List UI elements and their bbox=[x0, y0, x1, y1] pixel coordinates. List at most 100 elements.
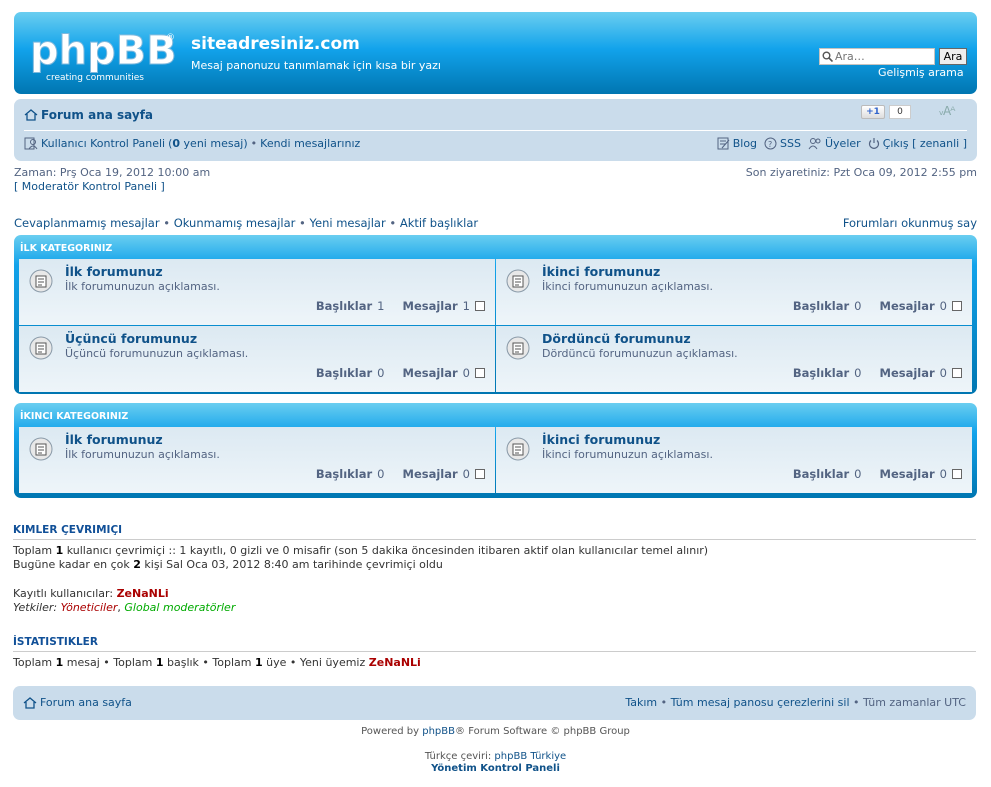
footer-links: Takım • Tüm mesaj panosu çerezlerini sil… bbox=[625, 696, 966, 709]
last-post-icon[interactable] bbox=[475, 368, 485, 378]
active-topics-link[interactable]: Aktif başlıklar bbox=[400, 216, 478, 230]
statistics-line: Toplam 1 mesaj • Toplam 1 başlık • Topla… bbox=[13, 656, 421, 669]
site-header: phpBB ® creating communities siteadresin… bbox=[14, 12, 977, 94]
forum-stats: Başlıklar 0 Mesajlar 0 bbox=[316, 366, 485, 380]
logo-text: phpBB bbox=[30, 28, 177, 74]
current-time-block: Zaman: Prş Oca 19, 2012 10:00 am [ Moder… bbox=[14, 166, 210, 194]
mark-forums-read-link[interactable]: Forumları okunmuş say bbox=[843, 216, 977, 230]
quick-links: Cevaplanmamış mesajlar • Okunmamış mesaj… bbox=[14, 216, 479, 230]
forum-description: İkinci forumunuzun açıklaması. bbox=[542, 280, 713, 293]
team-link[interactable]: Takım bbox=[625, 696, 657, 709]
last-post-icon[interactable] bbox=[475, 301, 485, 311]
forum-stats: Başlıklar 0 Mesajlar 0 bbox=[793, 299, 962, 313]
site-title[interactable]: siteadresiniz.com bbox=[191, 34, 360, 54]
blog-icon bbox=[717, 137, 730, 150]
navbar: Forum ana sayfa +1 0 ᵥAᴬ Kullanıcı Kontr… bbox=[14, 99, 977, 161]
search-button[interactable]: Ara bbox=[939, 48, 967, 65]
ucp-link[interactable]: Kullanıcı Kontrol Paneli bbox=[41, 137, 165, 150]
category-title[interactable]: İLK KATEGORINIZ bbox=[20, 243, 112, 254]
forum-name[interactable]: Üçüncü forumunuz bbox=[65, 331, 197, 346]
online-record: Bugüne kadar en çok 2 kişi Sal Oca 03, 2… bbox=[13, 558, 443, 571]
new-messages-link[interactable]: (0 yeni mesaj) bbox=[168, 137, 248, 150]
search-input[interactable] bbox=[835, 50, 929, 63]
blog-link[interactable]: Blog bbox=[733, 137, 757, 150]
forum-name[interactable]: İkinci forumunuz bbox=[542, 432, 660, 447]
forum-home-link[interactable]: Forum ana sayfa bbox=[24, 108, 153, 122]
forum-read-icon bbox=[29, 437, 53, 461]
last-post-icon[interactable] bbox=[952, 368, 962, 378]
forum-name[interactable]: Dördüncü forumunuz bbox=[542, 331, 691, 346]
section-divider bbox=[13, 539, 976, 540]
last-post-icon[interactable] bbox=[475, 469, 485, 479]
category-block: İLK KATEGORINIZ İlk forumunuz İlk forumu… bbox=[14, 235, 977, 394]
faq-icon: ? bbox=[764, 137, 777, 150]
category-title[interactable]: İKINCI KATEGORINIZ bbox=[20, 411, 128, 422]
user-panel-icon bbox=[24, 137, 38, 150]
members-link[interactable]: Üyeler bbox=[825, 137, 861, 150]
unread-link[interactable]: Okunmamış mesajlar bbox=[174, 216, 296, 230]
translation-credit: Türkçe çeviri: phpBB Türkiye bbox=[424, 751, 567, 762]
svg-text:®: ® bbox=[166, 33, 175, 43]
forum-name[interactable]: İlk forumunuz bbox=[65, 432, 163, 447]
group-legend: Yetkiler: Yöneticiler, Global moderatörl… bbox=[13, 601, 236, 614]
google-plusone-button[interactable]: +1 bbox=[861, 105, 885, 119]
registered-users: Kayıtlı kullanıcılar: ZeNaNLi bbox=[13, 587, 169, 600]
own-posts-link[interactable]: Kendi mesajlarınız bbox=[260, 137, 360, 150]
last-post-icon[interactable] bbox=[952, 469, 962, 479]
forum-cell[interactable]: Üçüncü forumunuz Üçüncü forumunuzun açık… bbox=[19, 326, 495, 392]
unanswered-link[interactable]: Cevaplanmamış mesajlar bbox=[14, 216, 160, 230]
forum-home-label: Forum ana sayfa bbox=[41, 108, 154, 122]
last-post-icon[interactable] bbox=[952, 301, 962, 311]
category-block: İKINCI KATEGORINIZ İlk forumunuz İlk for… bbox=[14, 403, 977, 498]
forum-cell[interactable]: İkinci forumunuz İkinci forumunuzun açık… bbox=[496, 259, 972, 325]
site-description: Mesaj panonuzu tanımlamak için kısa bir … bbox=[191, 59, 441, 72]
new-posts-link[interactable]: Yeni mesajlar bbox=[310, 216, 386, 230]
mcp-link[interactable]: [ Moderatör Kontrol Paneli ] bbox=[14, 180, 210, 194]
forum-read-icon bbox=[29, 269, 53, 293]
forum-cell[interactable]: Dördüncü forumunuz Dördüncü forumunuzun … bbox=[496, 326, 972, 392]
forum-stats: Başlıklar 0 Mesajlar 0 bbox=[316, 467, 485, 481]
section-divider bbox=[13, 651, 976, 652]
newest-user-link[interactable]: ZeNaNLi bbox=[369, 656, 421, 669]
separator: • bbox=[250, 137, 258, 150]
forum-cell[interactable]: İkinci forumunuz İkinci forumunuzun açık… bbox=[496, 427, 972, 493]
last-visit: Son ziyaretiniz: Pzt Oca 09, 2012 2:55 p… bbox=[745, 166, 977, 179]
powered-by: Powered by phpBB® Forum Software © phpBB… bbox=[361, 726, 630, 737]
faq-link[interactable]: SSS bbox=[780, 137, 801, 150]
acp-link[interactable]: Yönetim Kontrol Paneli bbox=[0, 763, 991, 774]
forum-description: İlk forumunuzun açıklaması. bbox=[65, 280, 220, 293]
advanced-search-link[interactable]: Gelişmiş arama bbox=[878, 66, 964, 79]
forum-description: Dördüncü forumunuzun açıklaması. bbox=[542, 347, 738, 360]
logout-link[interactable]: Çıkış [ zenanli ] bbox=[883, 137, 967, 150]
delete-cookies-link[interactable]: Tüm mesaj panosu çerezlerini sil bbox=[671, 696, 850, 709]
search-icon bbox=[822, 51, 833, 62]
user-link[interactable]: ZeNaNLi bbox=[117, 587, 169, 600]
admin-group-link[interactable]: Yöneticiler bbox=[61, 601, 118, 614]
phpbb-logo[interactable]: phpBB ® creating communities bbox=[28, 22, 178, 83]
forum-cell[interactable]: İlk forumunuz İlk forumunuzun açıklaması… bbox=[19, 259, 495, 325]
forum-read-icon bbox=[506, 336, 530, 360]
search-field[interactable] bbox=[819, 48, 935, 65]
gmod-group-link[interactable]: Global moderatörler bbox=[124, 601, 235, 614]
home-icon bbox=[24, 109, 38, 121]
forum-read-icon bbox=[506, 437, 530, 461]
forum-cell[interactable]: İlk forumunuz İlk forumunuzun açıklaması… bbox=[19, 427, 495, 493]
forum-description: İkinci forumunuzun açıklaması. bbox=[542, 448, 713, 461]
footer-home-link[interactable]: Forum ana sayfa bbox=[23, 696, 132, 709]
power-icon bbox=[868, 138, 879, 149]
right-nav: Blog ? SSS Üyeler Çıkış [ zenanli ] bbox=[717, 137, 967, 150]
font-resize-control[interactable]: ᵥAᴬ bbox=[939, 104, 955, 118]
forum-description: Üçüncü forumunuzun açıklaması. bbox=[65, 347, 249, 360]
forum-read-icon bbox=[29, 336, 53, 360]
members-icon bbox=[808, 138, 821, 150]
forum-name[interactable]: İkinci forumunuz bbox=[542, 264, 660, 279]
online-section-title: KIMLER ÇEVRIMIÇI bbox=[13, 524, 123, 536]
navbar-divider bbox=[24, 130, 967, 131]
translation-link[interactable]: phpBB Türkiye bbox=[494, 751, 566, 762]
forum-name[interactable]: İlk forumunuz bbox=[65, 264, 163, 279]
ucp-row: Kullanıcı Kontrol Paneli (0 yeni mesaj) … bbox=[24, 137, 360, 150]
phpbb-link[interactable]: phpBB bbox=[422, 726, 455, 737]
logo-tagline: creating communities bbox=[46, 73, 144, 82]
statistics-title: İSTATISTIKLER bbox=[13, 636, 98, 648]
online-summary: Toplam 1 kullanıcı çevrimiçi :: 1 kayıtl… bbox=[13, 544, 709, 557]
